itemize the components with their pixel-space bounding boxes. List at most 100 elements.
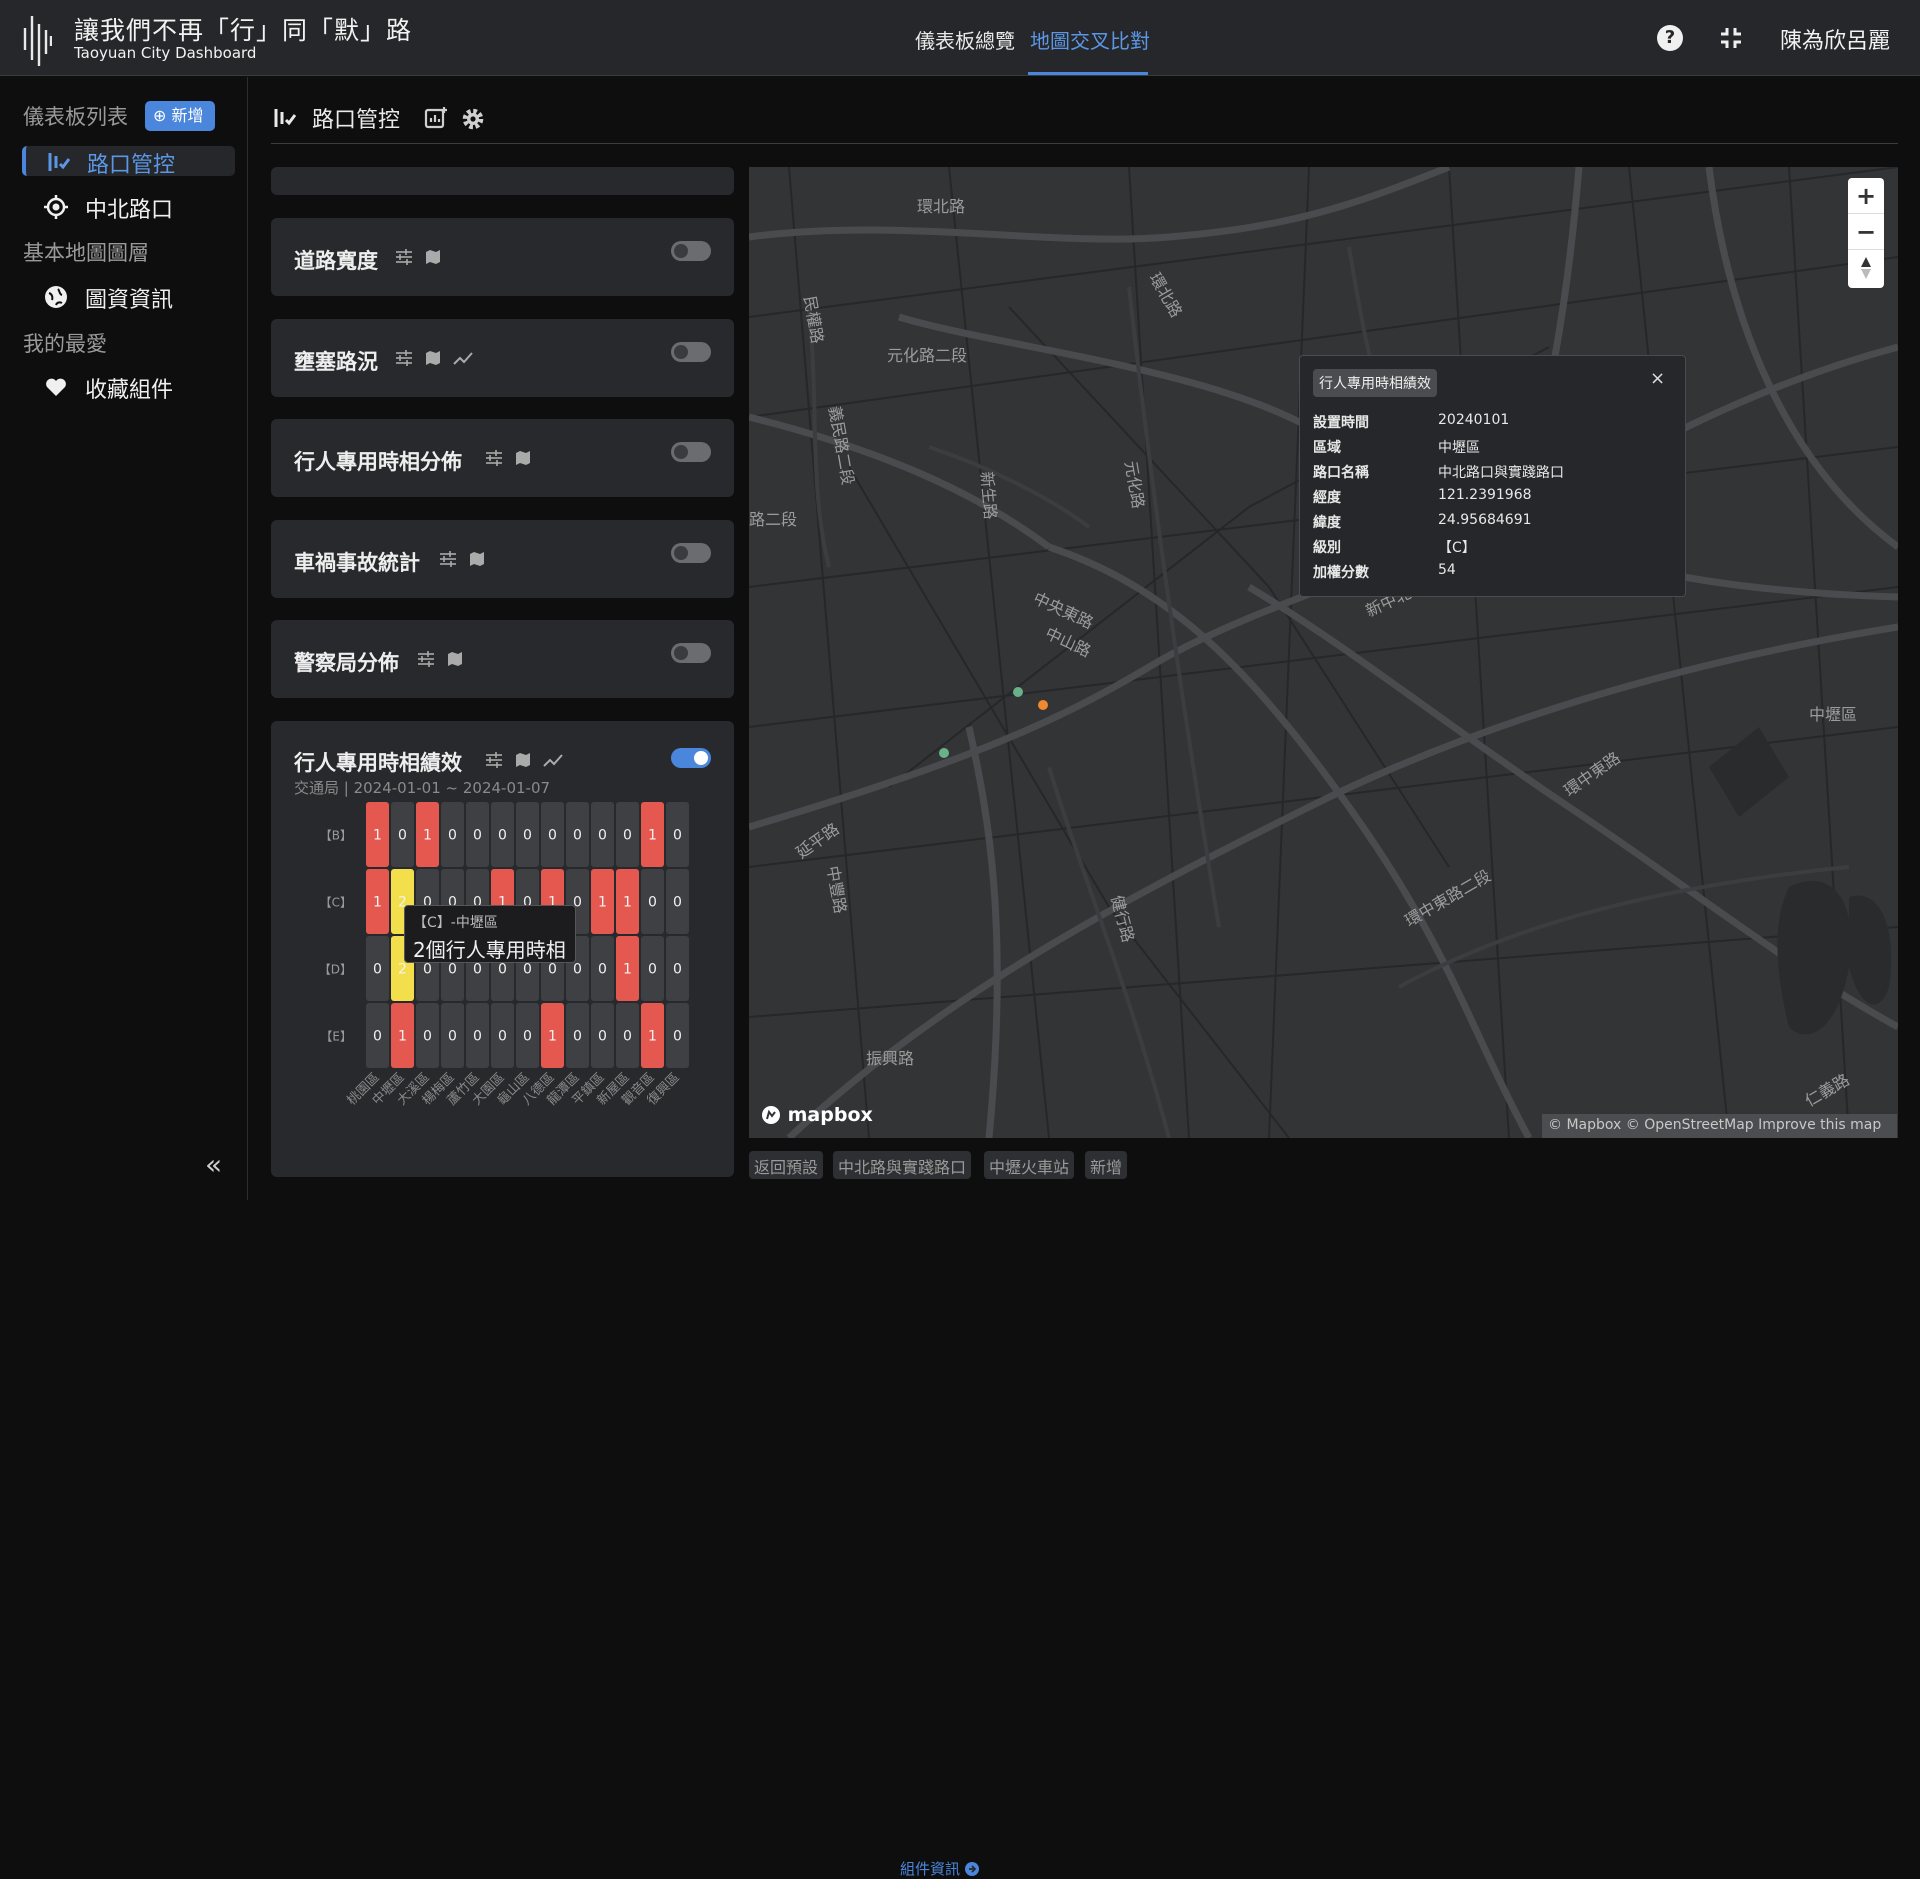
layer-toggle[interactable] xyxy=(671,342,711,362)
add-chart-icon[interactable] xyxy=(424,106,448,130)
view-chip-reset[interactable]: 返回預設 xyxy=(749,1151,824,1179)
active-tab-indicator xyxy=(1028,72,1148,75)
popup-key: 經度 xyxy=(1313,490,1341,506)
popup-key: 設置時間 xyxy=(1313,415,1369,431)
map-icon[interactable] xyxy=(425,350,441,366)
heatmap-cell-value: 0 xyxy=(673,962,682,978)
zoom-in-button[interactable]: + xyxy=(1848,178,1884,214)
tab-dashboard-overview[interactable]: 儀表板總覽 xyxy=(915,25,1015,54)
sidebar-item-intersection-control[interactable]: 路口管控 xyxy=(22,146,235,178)
heatmap-cell-value: 0 xyxy=(523,828,532,844)
info-link-label: 組件資訊 xyxy=(900,1860,961,1878)
heatmap-cell-value: 0 xyxy=(398,828,407,844)
view-chip-zhongbei[interactable]: 中北路與實踐路口 xyxy=(833,1151,972,1179)
compass-icon[interactable] xyxy=(1858,256,1874,280)
sidebar-item-label: 收藏組件 xyxy=(85,378,174,403)
zoom-control: + − xyxy=(1848,178,1884,288)
heatmap-cell-value: 0 xyxy=(498,828,507,844)
heatmap-cell-value: 0 xyxy=(523,1029,532,1045)
tab-map-compare[interactable]: 地圖交叉比對 xyxy=(1030,25,1150,54)
road-label: 元化路 xyxy=(1121,459,1148,510)
heatmap-cell-value: 0 xyxy=(623,1029,632,1045)
layer-toggle[interactable] xyxy=(671,442,711,462)
filter-icon[interactable] xyxy=(417,651,435,667)
mapbox-logo[interactable]: mapbox xyxy=(761,1104,873,1126)
layer-toggle[interactable] xyxy=(671,241,711,261)
road-label: 環北路 xyxy=(917,197,965,216)
map-marker[interactable] xyxy=(939,748,949,758)
popup-value: 中北路口與實踐路口 xyxy=(1438,465,1564,481)
popup-title: 行人專用時相績效 xyxy=(1313,369,1437,397)
popup-key: 加權分數 xyxy=(1313,565,1369,581)
map-icon[interactable] xyxy=(469,551,485,567)
map-attribution[interactable]: © Mapbox © OpenStreetMap Improve this ma… xyxy=(1542,1114,1897,1138)
add-dashboard-button[interactable]: ⊕ 新增 xyxy=(145,101,215,131)
card-title: 道路寬度 xyxy=(294,249,378,273)
gear-icon[interactable] xyxy=(460,106,486,132)
layer-toggle[interactable] xyxy=(671,748,711,768)
arrow-circle-icon xyxy=(964,1862,979,1876)
logo-icon xyxy=(23,16,52,66)
sidebar-item-map-info[interactable]: 圖資資訊 xyxy=(22,281,235,313)
heatmap-row-label: 【D】 xyxy=(319,963,352,977)
sidebar-item-favorites[interactable]: 收藏組件 xyxy=(22,371,235,403)
filter-icon[interactable] xyxy=(485,752,503,768)
title-divider xyxy=(271,143,1898,144)
page-title: 路口管控 xyxy=(312,108,401,133)
filter-icon[interactable] xyxy=(395,249,413,265)
map-marker-selected[interactable] xyxy=(1038,700,1048,710)
map-canvas[interactable]: 環北路 環北路 民權路 元化路二段 義民路二段 新生路 元化路 路二段 中央東路… xyxy=(749,167,1898,1138)
card-pedestrian-phase-distribution[interactable]: 行人專用時相分佈 xyxy=(271,419,734,497)
help-button[interactable]: ? xyxy=(1657,25,1683,51)
heatmap-cell-value: 1 xyxy=(373,828,382,844)
filter-icon[interactable] xyxy=(439,551,457,567)
road-label: 路二段 xyxy=(749,510,797,529)
map-icon[interactable] xyxy=(447,651,463,667)
close-icon[interactable]: × xyxy=(1650,368,1665,389)
heatmap-cell-value: 1 xyxy=(648,828,657,844)
base-layers-heading: 基本地圖圖層 xyxy=(23,241,149,265)
popup-value: 121.2391968 xyxy=(1438,487,1532,503)
component-info-link[interactable]: 組件資訊 xyxy=(900,1858,979,1879)
trend-icon[interactable] xyxy=(543,752,563,768)
card-police-stations[interactable]: 警察局分佈 xyxy=(271,620,734,698)
filter-icon[interactable] xyxy=(395,350,413,366)
heatmap-cell-value: 0 xyxy=(473,828,482,844)
map-icon[interactable] xyxy=(515,752,531,768)
map-popup: 行人專用時相績效 × 設置時間 20240101 區域 中壢區 路口名稱 中北路口與實… xyxy=(1299,355,1686,597)
card-accident-stats[interactable]: 車禍事故統計 xyxy=(271,520,734,598)
dashboard-list-heading: 儀表板列表 xyxy=(23,105,128,129)
sidebar-item-label: 圖資資訊 xyxy=(85,288,174,313)
heatmap-cell-value: 0 xyxy=(373,1029,382,1045)
zoom-out-button[interactable]: − xyxy=(1848,214,1884,250)
exit-fullscreen-icon[interactable] xyxy=(1718,25,1744,51)
view-chip-zhongli-station[interactable]: 中壢火車站 xyxy=(984,1151,1075,1179)
card-title: 車禍事故統計 xyxy=(294,551,420,575)
heatmap-cell-value: 0 xyxy=(473,962,482,978)
heatmap-cell-value: 1 xyxy=(623,962,632,978)
card-title: 行人專用時相分佈 xyxy=(294,450,462,474)
heatmap-cell-value: 0 xyxy=(423,1029,432,1045)
layer-toggle[interactable] xyxy=(671,643,711,663)
mapbox-wordmark: mapbox xyxy=(787,1104,873,1126)
target-icon xyxy=(44,195,68,219)
heatmap-cell-value: 1 xyxy=(548,1029,557,1045)
card-congestion[interactable]: 壅塞路況 xyxy=(271,319,734,397)
layer-toggle[interactable] xyxy=(671,543,711,563)
card-road-width[interactable]: 道路寬度 xyxy=(271,218,734,296)
heatmap-row-label: 【B】 xyxy=(320,829,352,843)
map-marker[interactable] xyxy=(1013,687,1023,697)
map-icon[interactable] xyxy=(425,249,441,265)
collapse-sidebar-button[interactable]: « xyxy=(205,1148,222,1181)
view-chip-add[interactable]: 新增 xyxy=(1085,1151,1128,1179)
user-name[interactable]: 陳為欣呂麗 xyxy=(1780,23,1890,55)
sidebar-item-label: 路口管控 xyxy=(87,153,176,178)
map-icon[interactable] xyxy=(515,450,531,466)
heatmap-cell-value: 0 xyxy=(448,962,457,978)
mapbox-icon xyxy=(762,1106,780,1124)
trend-icon[interactable] xyxy=(453,350,473,366)
sidebar-item-zhongbei[interactable]: 中北路口 xyxy=(22,191,235,223)
road-label: 環中東路 xyxy=(1560,748,1623,800)
district-label: 中壢區 xyxy=(1809,705,1857,724)
filter-icon[interactable] xyxy=(485,450,503,466)
